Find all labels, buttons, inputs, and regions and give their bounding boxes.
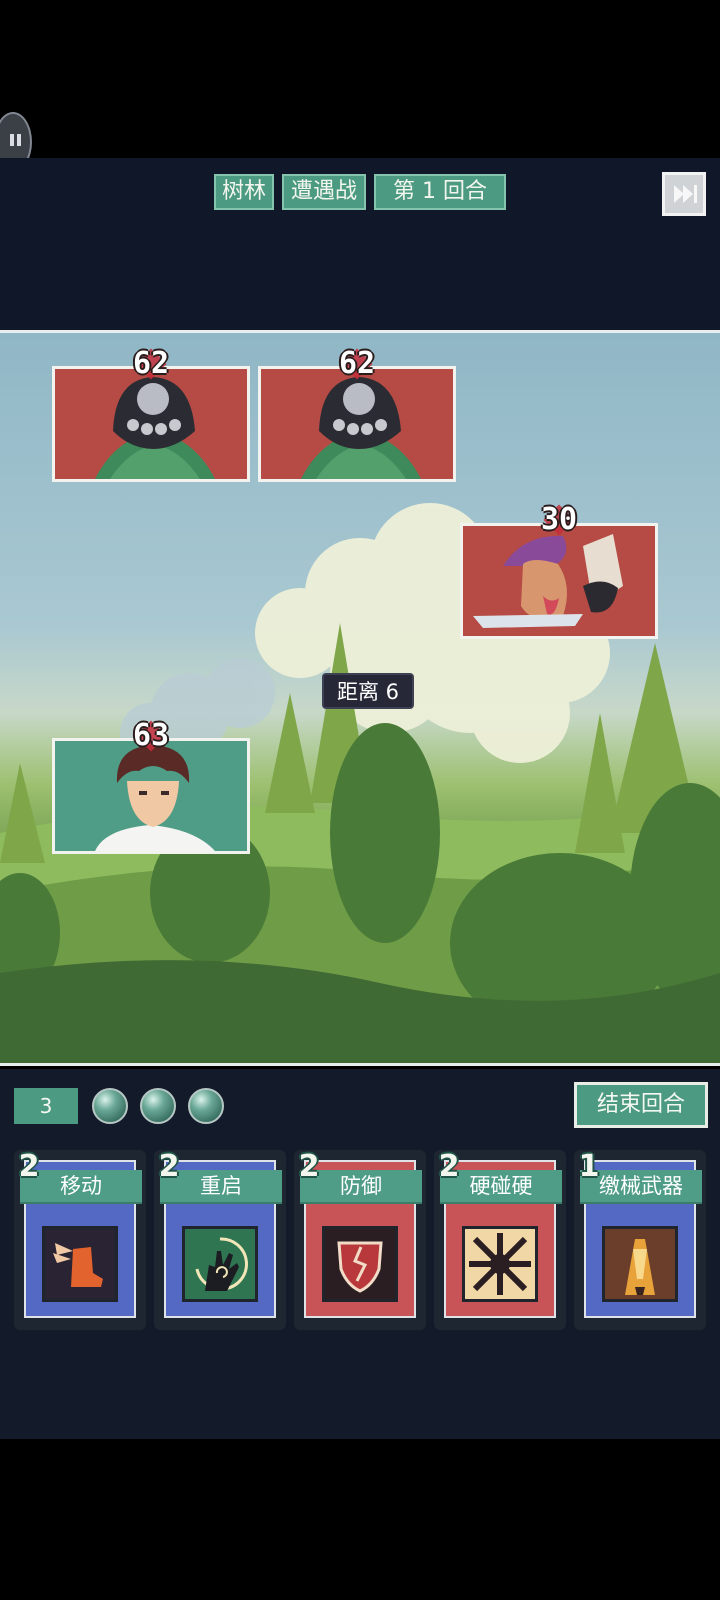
end-turn-button[interactable]: 结束回合 — [574, 1082, 708, 1128]
card-cost: 2 — [158, 1149, 180, 1184]
pause-icon-bar — [17, 134, 21, 146]
energy-orb-icon — [188, 1088, 224, 1124]
enemy-card-hooded-frog-1[interactable] — [52, 366, 250, 482]
enemy-hp-value: 30 — [540, 502, 578, 537]
battle-type-chip: 遭遇战 — [282, 174, 366, 210]
cracked-shield-icon — [322, 1226, 398, 1302]
hooded-frog-portrait — [301, 377, 421, 479]
spiral-hand-icon-art — [195, 1237, 248, 1291]
enemy-hp-badge: 62 — [328, 345, 386, 383]
card-defend[interactable]: 防御 2 — [294, 1150, 426, 1330]
cracked-shield-icon-art — [337, 1241, 383, 1293]
burst-icon — [462, 1226, 538, 1302]
hooded-frog-portrait — [95, 377, 215, 479]
player-hp-badge: 63 — [122, 717, 180, 755]
card-cost: 2 — [18, 1149, 40, 1184]
enemy-hp-badge: 30 — [530, 501, 588, 539]
enemy-hp-badge: 62 — [122, 345, 180, 383]
fast-forward-icon-arrow — [683, 185, 693, 203]
card-disarm[interactable]: 缴械武器 1 — [574, 1150, 706, 1330]
enemy-hp-value: 62 — [338, 346, 376, 381]
enemy-card-hooded-frog-2[interactable] — [258, 366, 456, 482]
winged-boot-icon — [42, 1226, 118, 1302]
round-chip: 第 1 回合 — [374, 174, 506, 210]
card-move[interactable]: 移动 2 — [14, 1150, 146, 1330]
nav-bar-area — [0, 1439, 720, 1600]
disarm-icon — [602, 1226, 678, 1302]
card-reboot[interactable]: 重启 2 — [154, 1150, 286, 1330]
energy-counter: 3 — [14, 1088, 78, 1124]
player-hp-value: 63 — [132, 718, 170, 753]
enemy-card-knife-bandit[interactable] — [460, 523, 658, 639]
card-cost: 2 — [298, 1149, 320, 1184]
card-cost: 1 — [578, 1149, 600, 1184]
burst-icon-art — [469, 1233, 531, 1295]
energy-orb-icon — [140, 1088, 176, 1124]
fast-forward-icon-bar — [694, 185, 697, 203]
pause-icon — [10, 134, 14, 146]
knife-bandit-portrait — [473, 534, 623, 628]
game-screen: 树林 遭遇战 第 1 回合 62 62 30 63 距离 6 3 结束回合 移动… — [0, 0, 720, 1600]
enemy-hp-value: 62 — [132, 346, 170, 381]
disarm-icon-art — [625, 1239, 655, 1295]
distance-indicator: 距离 6 — [322, 673, 414, 709]
spiral-hand-icon — [182, 1226, 258, 1302]
player-portrait — [95, 745, 215, 851]
battlefield: 62 62 30 63 距离 6 — [0, 330, 720, 1066]
location-chip: 树林 — [214, 174, 274, 210]
card-head-on[interactable]: 硬碰硬 2 — [434, 1150, 566, 1330]
fast-forward-button[interactable] — [662, 172, 706, 216]
winged-boot-icon-art — [53, 1243, 103, 1287]
energy-orb-icon — [92, 1088, 128, 1124]
card-cost: 2 — [438, 1149, 460, 1184]
player-card[interactable] — [52, 738, 250, 854]
